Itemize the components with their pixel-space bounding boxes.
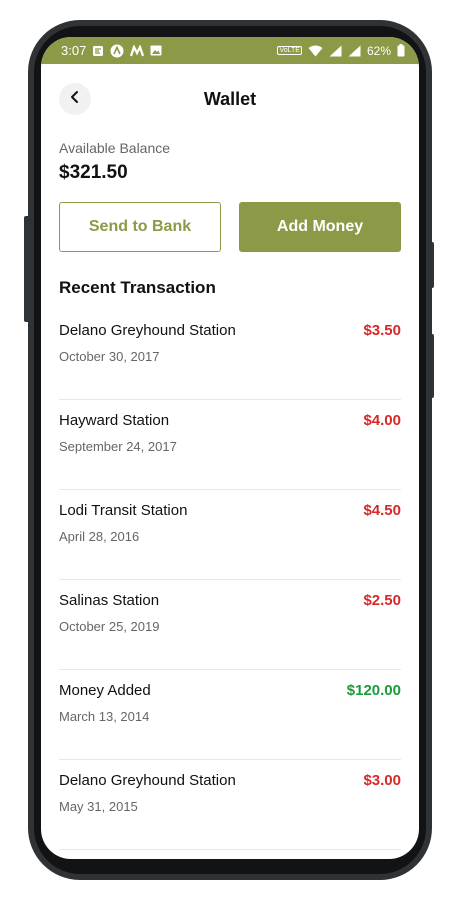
transaction-amount: $120.00 <box>346 682 401 699</box>
transaction-item[interactable]: Delano Greyhound Station May 31, 2015 $3… <box>59 760 401 850</box>
wifi-icon <box>308 45 323 57</box>
transaction-date: March 13, 2014 <box>59 709 150 724</box>
battery-icon <box>397 44 405 57</box>
app-a-icon <box>110 44 124 58</box>
transaction-name: Money Added <box>59 682 151 699</box>
transaction-date: October 25, 2019 <box>59 619 160 634</box>
transaction-amount: $3.00 <box>363 772 401 789</box>
screen: 3:07 VoLTE 62% Wallet Available Balance … <box>41 37 419 859</box>
app-header: Wallet <box>41 64 419 134</box>
transaction-item[interactable]: Money Added March 13, 2014 $120.00 <box>59 670 401 760</box>
transaction-item[interactable]: Lodi Transit Station April 28, 2016 $4.5… <box>59 490 401 580</box>
transaction-date: September 24, 2017 <box>59 439 177 454</box>
signal-icon-2 <box>348 45 361 57</box>
transaction-name: Hayward Station <box>59 412 170 429</box>
image-icon <box>150 45 162 56</box>
status-time: 3:07 <box>61 43 87 58</box>
transaction-name: Delano Greyhound Station <box>59 322 236 339</box>
transaction-item[interactable]: Hayward Station September 24, 2017 $4.00 <box>59 400 401 490</box>
transaction-name: Salinas Station <box>59 592 160 609</box>
transaction-date: April 28, 2016 <box>59 529 140 544</box>
transaction-amount: $4.50 <box>363 502 401 519</box>
transaction-date: May 31, 2015 <box>59 799 138 814</box>
signal-icon <box>329 45 342 57</box>
transaction-amount: $4.00 <box>363 412 401 429</box>
recent-transaction-heading: Recent Transaction <box>59 278 216 297</box>
status-bar: 3:07 VoLTE 62% <box>41 37 419 64</box>
transaction-date: October 30, 2017 <box>59 349 160 364</box>
transaction-item[interactable]: Delano Greyhound Station October 30, 201… <box>59 310 401 400</box>
volte-badge: VoLTE <box>277 46 302 55</box>
transaction-name: Delano Greyhound Station <box>59 772 236 789</box>
balance-label: Available Balance <box>59 140 171 156</box>
wallet-actions: Send to Bank Add Money <box>41 202 419 252</box>
transaction-amount: $3.50 <box>363 322 401 339</box>
add-money-button[interactable]: Add Money <box>239 202 401 252</box>
notification-icon <box>92 45 104 57</box>
balance-value: $321.50 <box>59 162 128 183</box>
volume-button <box>429 334 434 398</box>
balance-section: Available Balance $321.50 <box>41 140 419 184</box>
app-m-icon <box>130 44 145 57</box>
transaction-item[interactable]: Salinas Station October 25, 2019 $2.50 <box>59 580 401 670</box>
side-button-left <box>24 216 30 322</box>
transaction-name: Lodi Transit Station <box>59 502 188 519</box>
transaction-amount: $2.50 <box>363 592 401 609</box>
page-title: Wallet <box>203 89 257 109</box>
battery-percent: 62% <box>366 43 391 58</box>
power-button <box>429 242 434 288</box>
send-to-bank-button[interactable]: Send to Bank <box>59 202 221 252</box>
transaction-list: Delano Greyhound Station October 30, 201… <box>41 310 419 850</box>
